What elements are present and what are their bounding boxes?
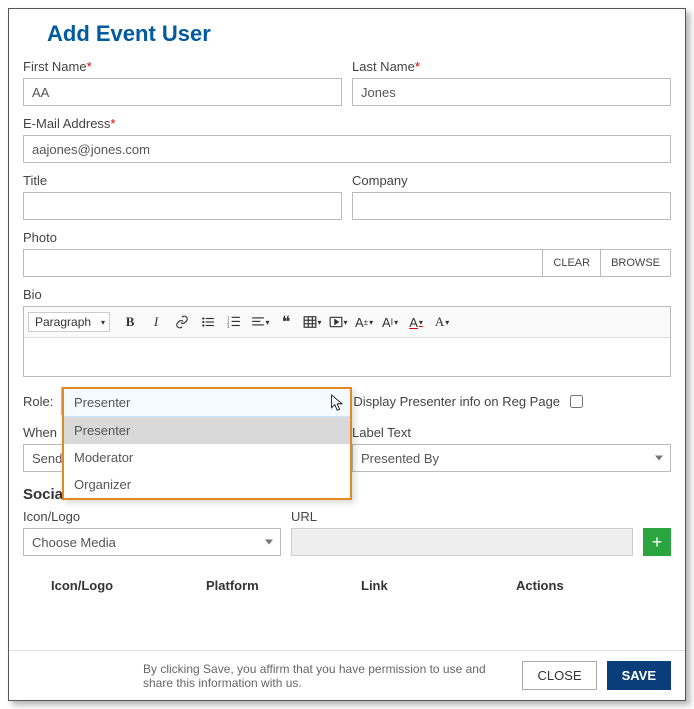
bio-label: Bio	[23, 287, 671, 302]
required-marker: *	[415, 59, 420, 74]
close-button[interactable]: CLOSE	[522, 661, 596, 690]
bold-icon[interactable]: B	[118, 310, 142, 334]
role-label: Role:	[23, 394, 53, 409]
label-text-field: Label Text Presented By	[352, 425, 671, 472]
save-button[interactable]: SAVE	[607, 661, 671, 690]
first-name-field: First Name*	[23, 59, 342, 106]
title-input[interactable]	[23, 192, 342, 220]
display-presenter-wrap: Display Presenter info on Reg Page	[353, 394, 583, 409]
font-family-icon[interactable]: AI▾	[378, 310, 402, 334]
photo-path-display	[23, 249, 542, 277]
first-name-label: First Name*	[23, 59, 342, 74]
last-name-label-text: Last Name	[352, 59, 415, 74]
first-name-label-text: First Name	[23, 59, 87, 74]
plus-icon: +	[652, 532, 663, 553]
company-field: Company	[352, 173, 671, 220]
quote-icon[interactable]: ❝	[274, 310, 298, 334]
url-field: URL	[291, 509, 633, 556]
add-event-user-modal: Add Event User First Name* Last Name* E-…	[8, 8, 686, 701]
required-marker: *	[110, 116, 115, 131]
bio-textarea[interactable]	[24, 338, 670, 376]
bio-editor: Paragraph ▾ B I 123 ▾	[23, 306, 671, 377]
title-company-row: Title Company	[23, 173, 671, 220]
display-presenter-label: Display Presenter info on Reg Page	[353, 394, 560, 409]
font-color-icon[interactable]: A▾	[404, 310, 428, 334]
rte-format-label: Paragraph	[35, 315, 91, 329]
highlight-icon[interactable]: A▾	[430, 310, 454, 334]
th-link: Link	[361, 578, 516, 593]
last-name-field: Last Name*	[352, 59, 671, 106]
display-presenter-checkbox[interactable]	[570, 395, 583, 408]
first-name-input[interactable]	[23, 78, 342, 106]
rte-toolbar: Paragraph ▾ B I 123 ▾	[24, 307, 670, 338]
bio-field: Bio Paragraph ▾ B I 123	[23, 287, 671, 377]
font-size-icon[interactable]: A±▾	[352, 310, 376, 334]
role-dropdown-selected-text: Presenter	[74, 395, 130, 410]
role-dropdown-open: Presenter Presenter Moderator Organizer	[62, 387, 352, 500]
photo-clear-button[interactable]: CLEAR	[542, 249, 601, 277]
company-input[interactable]	[352, 192, 671, 220]
photo-label: Photo	[23, 230, 671, 245]
chevron-down-icon: ▾	[101, 318, 105, 327]
role-dropdown-selected[interactable]: Presenter	[64, 389, 350, 417]
email-input[interactable]	[23, 135, 671, 163]
email-label: E-Mail Address*	[23, 116, 671, 131]
icon-logo-label: Icon/Logo	[23, 509, 281, 524]
rte-format-select[interactable]: Paragraph ▾	[28, 312, 110, 332]
link-icon[interactable]	[170, 310, 194, 334]
title-label: Title	[23, 173, 342, 188]
media-icon[interactable]: ▾	[326, 310, 350, 334]
modal-body: Add Event User First Name* Last Name* E-…	[9, 9, 685, 650]
last-name-input[interactable]	[352, 78, 671, 106]
photo-row: CLEAR BROWSE	[23, 249, 671, 277]
bullet-list-icon[interactable]	[196, 310, 220, 334]
email-label-text: E-Mail Address	[23, 116, 110, 131]
role-option-presenter[interactable]: Presenter	[64, 417, 350, 444]
required-marker: *	[87, 59, 92, 74]
svg-text:3: 3	[227, 325, 230, 329]
last-name-label: Last Name*	[352, 59, 671, 74]
cursor-icon	[330, 393, 346, 413]
footer-affirm-text: By clicking Save, you affirm that you ha…	[23, 662, 512, 690]
email-field: E-Mail Address*	[23, 116, 671, 163]
url-label: URL	[291, 509, 633, 524]
choose-media-select[interactable]: Choose Media	[23, 528, 281, 556]
modal-footer: By clicking Save, you affirm that you ha…	[9, 650, 685, 700]
icon-logo-field: Icon/Logo Choose Media	[23, 509, 281, 556]
label-text-select[interactable]: Presented By	[352, 444, 671, 472]
label-text-label: Label Text	[352, 425, 671, 440]
photo-field: Photo CLEAR BROWSE	[23, 230, 671, 277]
role-option-organizer[interactable]: Organizer	[64, 471, 350, 498]
th-actions: Actions	[516, 578, 671, 593]
name-row: First Name* Last Name*	[23, 59, 671, 106]
title-field: Title	[23, 173, 342, 220]
social-add-row: Icon/Logo Choose Media URL +	[23, 509, 671, 556]
email-row: E-Mail Address*	[23, 116, 671, 163]
add-social-button[interactable]: +	[643, 528, 671, 556]
th-platform: Platform	[206, 578, 361, 593]
italic-icon[interactable]: I	[144, 310, 168, 334]
align-icon[interactable]: ▾	[248, 310, 272, 334]
photo-browse-button[interactable]: BROWSE	[601, 249, 671, 277]
url-input[interactable]	[291, 528, 633, 556]
social-table-header: Icon/Logo Platform Link Actions	[23, 568, 671, 603]
company-label: Company	[352, 173, 671, 188]
th-icon-logo: Icon/Logo	[23, 578, 206, 593]
page-title: Add Event User	[47, 21, 671, 47]
role-option-moderator[interactable]: Moderator	[64, 444, 350, 471]
table-icon[interactable]: ▾	[300, 310, 324, 334]
numbered-list-icon[interactable]: 123	[222, 310, 246, 334]
